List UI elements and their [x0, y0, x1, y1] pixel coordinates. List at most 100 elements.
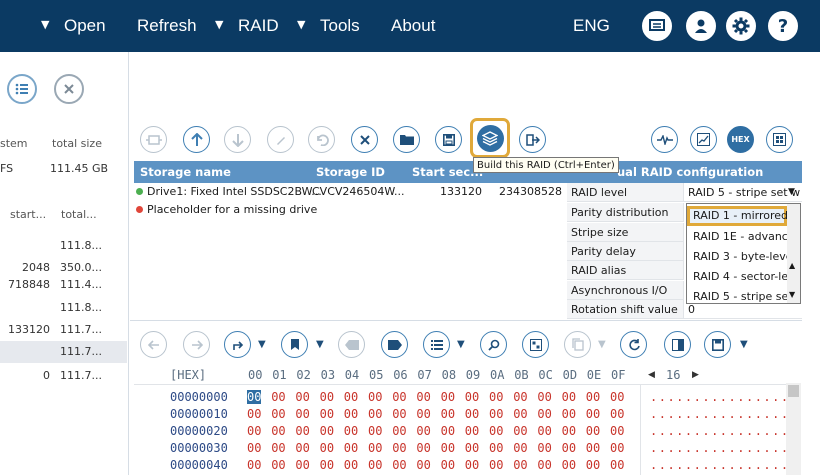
hex-byte[interactable]: 00	[586, 441, 600, 455]
raid-level-option[interactable]: RAID 1E - advance	[687, 227, 787, 247]
hex-byte[interactable]: 00	[416, 390, 430, 404]
remove-button[interactable]	[351, 126, 378, 153]
hex-byte[interactable]: 00	[271, 458, 285, 472]
list-button[interactable]	[423, 331, 450, 358]
list-view-button[interactable]	[7, 74, 37, 104]
save-button[interactable]	[435, 126, 462, 153]
hex-byte[interactable]: 00	[537, 407, 551, 421]
hex-byte[interactable]: 00	[537, 458, 551, 472]
search-icon[interactable]	[480, 331, 507, 358]
export-button[interactable]	[519, 126, 546, 153]
save-hex-button[interactable]	[704, 331, 731, 358]
open-caret-icon[interactable]: ▼	[41, 18, 49, 31]
hex-byte[interactable]: 00	[465, 424, 479, 438]
dropdown-scrollbar[interactable]: ▲ ▼	[787, 204, 800, 303]
hex-byte[interactable]: 00	[489, 458, 503, 472]
hex-byte-cursor[interactable]: 00	[247, 390, 262, 404]
hex-byte[interactable]: 00	[562, 424, 576, 438]
hex-view-button[interactable]: HEX	[727, 126, 754, 153]
ascii-row[interactable]: ................	[650, 424, 790, 438]
list-chevron-down-icon[interactable]: ▼	[457, 339, 465, 350]
waveform-icon[interactable]	[651, 126, 678, 153]
hex-byte[interactable]: 00	[416, 441, 430, 455]
hex-byte[interactable]: 00	[416, 407, 430, 421]
ascii-row[interactable]: ................	[650, 390, 790, 404]
hex-byte[interactable]: 00	[368, 441, 382, 455]
hex-byte[interactable]: 00	[610, 458, 624, 472]
hex-byte[interactable]: 00	[513, 458, 527, 472]
back-button[interactable]	[140, 331, 167, 358]
open-folder-button[interactable]	[393, 126, 420, 153]
hex-byte[interactable]: 00	[247, 441, 261, 455]
hex-byte[interactable]: 00	[586, 458, 600, 472]
hex-byte[interactable]: 00	[513, 441, 527, 455]
hex-byte[interactable]: 00	[465, 458, 479, 472]
width-increase-icon[interactable]: ▶	[692, 370, 699, 380]
hex-byte[interactable]: 00	[586, 424, 600, 438]
tag-back-button[interactable]	[338, 331, 365, 358]
hex-byte[interactable]: 00	[586, 390, 600, 404]
hex-byte[interactable]: 00	[441, 390, 455, 404]
hex-byte[interactable]: 00	[295, 441, 309, 455]
scroll-down-icon[interactable]: ▼	[789, 290, 795, 299]
move-up-button[interactable]	[183, 126, 210, 153]
bookmark-button[interactable]	[281, 331, 308, 358]
hex-byte[interactable]: 00	[489, 407, 503, 421]
menu-tools[interactable]: Tools	[320, 16, 360, 36]
list-item[interactable]: 111.8...	[0, 235, 127, 257]
chart-grid-icon[interactable]	[690, 126, 717, 153]
ascii-row[interactable]: ................	[650, 441, 790, 455]
language-selector[interactable]: ENG	[573, 16, 610, 36]
hex-byte[interactable]: 00	[271, 441, 285, 455]
build-raid-button[interactable]	[470, 118, 510, 158]
tag-forward-button[interactable]	[381, 331, 408, 358]
raid-level-option[interactable]: RAID 5 - stripe set	[687, 287, 787, 303]
hex-byte[interactable]: 00	[247, 407, 261, 421]
list-item[interactable]: 0 111.7...	[0, 365, 127, 387]
hex-byte[interactable]: 00	[489, 390, 503, 404]
hex-byte[interactable]: 00	[368, 390, 382, 404]
help-icon[interactable]: ?	[768, 11, 798, 41]
hex-byte[interactable]: 00	[271, 407, 285, 421]
user-icon[interactable]	[686, 11, 716, 41]
hex-byte[interactable]: 00	[610, 407, 624, 421]
hex-byte[interactable]: 00	[344, 390, 358, 404]
hex-byte[interactable]: 00	[271, 390, 285, 404]
hex-byte[interactable]: 00	[465, 441, 479, 455]
copy-chevron-down-icon[interactable]: ▼	[598, 339, 606, 350]
hex-byte[interactable]: 00	[247, 458, 261, 472]
hex-vertical-scrollbar[interactable]	[786, 383, 801, 475]
blocks-view-icon[interactable]	[766, 126, 793, 153]
hex-byte[interactable]: 00	[295, 458, 309, 472]
hex-byte[interactable]: 00	[441, 458, 455, 472]
width-decrease-icon[interactable]: ◀	[648, 370, 655, 380]
hex-byte[interactable]: 00	[441, 441, 455, 455]
hex-byte[interactable]: 00	[368, 424, 382, 438]
raid-scan-button[interactable]	[140, 126, 167, 153]
hex-byte[interactable]: 00	[441, 424, 455, 438]
hex-byte[interactable]: 00	[344, 407, 358, 421]
tools-caret-icon[interactable]: ▼	[297, 18, 305, 31]
menu-raid[interactable]: RAID	[238, 16, 279, 36]
split-view-button[interactable]	[664, 331, 691, 358]
monitor-icon[interactable]	[642, 11, 672, 41]
list-item[interactable]: 111.8...	[0, 297, 127, 319]
list-item[interactable]: 718848 111.4...	[0, 274, 127, 296]
raid-level-option[interactable]: RAID 4 - sector-lev	[687, 267, 787, 287]
hex-byte[interactable]: 00	[610, 441, 624, 455]
hex-byte[interactable]: 00	[320, 441, 334, 455]
hex-byte[interactable]: 00	[344, 424, 358, 438]
chevron-down-icon[interactable]: ▼	[788, 187, 795, 197]
raid-level-select[interactable]: RAID 5 - stripe set w ▼	[684, 183, 802, 202]
ascii-row[interactable]: ................	[650, 458, 790, 472]
hex-byte[interactable]: 00	[513, 390, 527, 404]
save-chevron-down-icon[interactable]: ▼	[740, 339, 748, 350]
ascii-row[interactable]: ................	[650, 407, 790, 421]
hex-byte[interactable]: 00	[392, 441, 406, 455]
hex-byte[interactable]: 00	[271, 424, 285, 438]
column-header-storage-id[interactable]: Storage ID	[316, 165, 385, 179]
hex-byte[interactable]: 00	[537, 390, 551, 404]
menu-about[interactable]: About	[391, 16, 435, 36]
hex-byte[interactable]: 00	[562, 441, 576, 455]
hex-byte[interactable]: 00	[320, 424, 334, 438]
